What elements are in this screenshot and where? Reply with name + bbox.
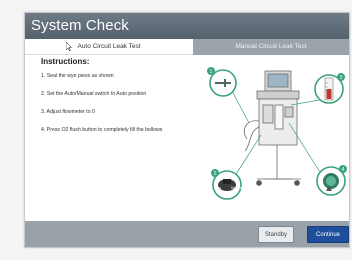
continue-button[interactable]: Continue — [307, 226, 349, 243]
svg-text:3: 3 — [340, 75, 343, 81]
callout-4-o2-flush-button: 4 — [316, 165, 347, 196]
window-title: System Check — [31, 17, 129, 34]
standby-button[interactable]: Standby — [258, 226, 294, 243]
footer-bar: Standby Continue — [25, 221, 349, 247]
svg-text:1: 1 — [210, 69, 213, 75]
instruction-step-2: 2. Set the Auto/Manual switch to Auto po… — [41, 91, 147, 97]
callout-2-auto-manual-switch: Auto Manual 2 — [211, 169, 243, 200]
svg-text:Auto: Auto — [214, 186, 221, 190]
callout-3-flowmeter: 3 — [314, 73, 345, 104]
anesthesia-machine-illustration: 1 Auto Manual 2 3 4 — [207, 67, 347, 200]
svg-text:2: 2 — [214, 171, 217, 177]
instructions-heading: Instructions: — [41, 57, 90, 66]
test-tabs: Auto Circuit Leak Test Manual Circuit Le… — [25, 39, 349, 55]
system-check-window: System Check Auto Circuit Leak Test Manu… — [24, 12, 350, 248]
mouse-cursor-icon — [66, 42, 72, 51]
title-bar: System Check — [25, 13, 349, 39]
instruction-step-3: 3. Adjust flowmeter to 0 — [41, 109, 95, 115]
tab-manual-circuit-leak-test[interactable]: Manual Circuit Leak Test — [193, 39, 349, 55]
instruction-step-4: 4. Press O2 flush button to completely f… — [41, 127, 163, 133]
callout-1-wye-piece: 1 — [207, 67, 237, 97]
svg-text:4: 4 — [342, 167, 345, 173]
instruction-step-1: 1. Seal the wye piece as shown — [41, 73, 114, 79]
svg-text:Manual: Manual — [231, 186, 243, 190]
tab-auto-circuit-leak-test[interactable]: Auto Circuit Leak Test — [25, 39, 193, 55]
